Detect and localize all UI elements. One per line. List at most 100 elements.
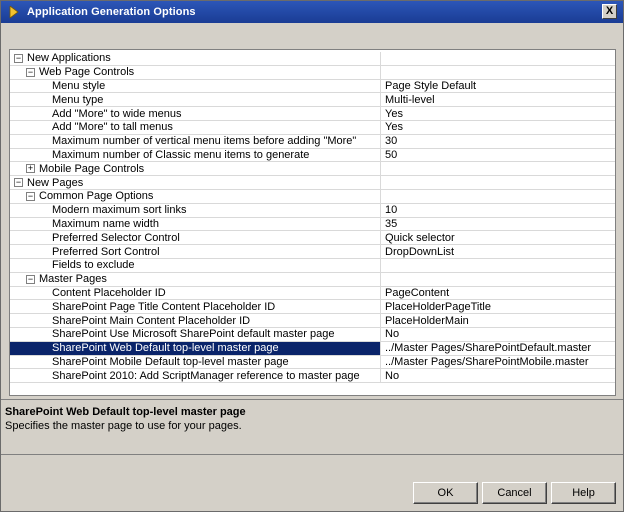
property-name-cell[interactable]: + Mobile Page Controls	[10, 162, 381, 176]
property-row[interactable]: SharePoint Mobile Default top-level mast…	[10, 355, 615, 370]
property-row[interactable]: Add "More" to wide menus Yes	[10, 107, 615, 121]
description-text: Specifies the master page to use for you…	[5, 420, 242, 432]
property-row[interactable]: Modern maximum sort links 10	[10, 203, 615, 218]
expand-icon[interactable]: +	[26, 164, 35, 174]
app-icon	[7, 5, 21, 19]
property-name-cell[interactable]: − New Pages	[10, 176, 381, 189]
property-value[interactable]: 10	[382, 204, 615, 217]
property-value[interactable]	[382, 162, 615, 175]
property-row[interactable]: Menu type Multi-level	[10, 93, 615, 108]
property-row[interactable]: Maximum number of vertical menu items be…	[10, 134, 615, 149]
property-value[interactable]	[382, 52, 615, 65]
property-name-cell[interactable]: SharePoint Web Default top-level master …	[10, 341, 381, 355]
property-row[interactable]: SharePoint Main Content Placeholder ID Pl…	[10, 314, 615, 328]
property-name: Preferred Selector Control	[52, 231, 180, 244]
property-name-cell[interactable]: Content Placeholder ID	[10, 286, 381, 300]
close-button[interactable]: X	[602, 4, 617, 19]
property-name: Common Page Options	[39, 190, 154, 203]
collapse-icon[interactable]: −	[14, 178, 23, 188]
property-name-cell[interactable]: Maximum number of vertical menu items be…	[10, 134, 381, 148]
property-name-cell[interactable]: Maximum number of Classic menu items to …	[10, 148, 381, 162]
property-value[interactable]	[382, 190, 615, 203]
property-value[interactable]: PageContent	[382, 287, 615, 300]
property-row[interactable]: Maximum number of Classic menu items to …	[10, 148, 615, 163]
property-name: SharePoint 2010: Add ScriptManager refer…	[52, 369, 360, 382]
collapse-icon[interactable]: −	[26, 67, 35, 77]
property-value[interactable]: ../Master Pages/SharePointMobile.master	[382, 356, 615, 369]
collapse-icon[interactable]: −	[26, 191, 35, 201]
property-name: SharePoint Use Microsoft SharePoint defa…	[52, 328, 335, 341]
property-name-cell[interactable]: SharePoint Main Content Placeholder ID	[10, 314, 381, 327]
property-row[interactable]: SharePoint Page Title Content Placeholde…	[10, 300, 615, 315]
property-name-cell[interactable]: Menu style	[10, 79, 381, 93]
property-name-cell[interactable]: Menu type	[10, 93, 381, 107]
property-row[interactable]: Preferred Selector Control Quick selector	[10, 231, 615, 246]
property-name-cell[interactable]: SharePoint 2010: Add ScriptManager refer…	[10, 369, 381, 383]
property-value[interactable]: DropDownList	[382, 245, 615, 258]
property-name-cell[interactable]: Maximum name width	[10, 217, 381, 231]
property-value[interactable]: Quick selector	[382, 231, 615, 244]
property-name-cell[interactable]: SharePoint Mobile Default top-level mast…	[10, 355, 381, 369]
property-name: Modern maximum sort links	[52, 204, 187, 217]
property-name-cell[interactable]: − Common Page Options	[10, 189, 381, 203]
property-value[interactable]: 30	[382, 135, 615, 148]
property-row[interactable]: Preferred Sort Control DropDownList	[10, 245, 615, 259]
cancel-button[interactable]: Cancel	[482, 482, 547, 504]
description-panel: SharePoint Web Default top-level master …	[1, 399, 623, 455]
property-value[interactable]	[382, 259, 615, 272]
window-title: Application Generation Options	[27, 6, 196, 18]
property-grid[interactable]: − New Applications − Web Page Controls Menu …	[9, 49, 616, 396]
property-value[interactable]: No	[382, 328, 615, 341]
property-row[interactable]: Maximum name width 35	[10, 217, 615, 232]
property-value[interactable]: 35	[382, 218, 615, 231]
help-button[interactable]: Help	[551, 482, 616, 504]
property-name-cell[interactable]: Preferred Sort Control	[10, 245, 381, 258]
property-name-cell[interactable]: − New Applications	[10, 52, 381, 65]
property-name: Add "More" to wide menus	[52, 107, 182, 120]
title-bar[interactable]: Application Generation Options X	[1, 1, 623, 23]
property-value[interactable]: No	[382, 369, 615, 382]
property-name-cell[interactable]: Modern maximum sort links	[10, 203, 381, 217]
property-value[interactable]	[382, 273, 615, 286]
collapse-icon[interactable]: −	[26, 274, 35, 284]
property-row[interactable]: SharePoint 2010: Add ScriptManager refer…	[10, 369, 615, 384]
property-value[interactable]: ../Master Pages/SharePointDefault.master	[382, 342, 615, 355]
category-row[interactable]: − Master Pages	[10, 272, 615, 287]
property-name-cell[interactable]: Preferred Selector Control	[10, 231, 381, 245]
property-name-cell[interactable]: SharePoint Use Microsoft SharePoint defa…	[10, 327, 381, 341]
property-name-cell[interactable]: Add "More" to wide menus	[10, 107, 381, 120]
collapse-icon[interactable]: −	[14, 53, 23, 63]
property-row[interactable]: SharePoint Use Microsoft SharePoint defa…	[10, 327, 615, 342]
category-row[interactable]: − Web Page Controls	[10, 65, 615, 80]
property-row[interactable]: SharePoint Web Default top-level master …	[10, 341, 615, 356]
close-icon: X	[605, 5, 614, 17]
property-name: SharePoint Main Content Placeholder ID	[52, 314, 251, 327]
ok-button[interactable]: OK	[413, 482, 478, 504]
property-name-cell[interactable]: − Master Pages	[10, 272, 381, 286]
property-name-cell[interactable]: Fields to exclude	[10, 258, 381, 272]
property-value[interactable]: PlaceHolderMain	[382, 314, 615, 327]
property-name-cell[interactable]: SharePoint Page Title Content Placeholde…	[10, 300, 381, 314]
property-row[interactable]: Menu style Page Style Default	[10, 79, 615, 94]
property-value[interactable]: Multi-level	[382, 93, 615, 106]
property-name: Preferred Sort Control	[52, 245, 160, 258]
category-row[interactable]: + Mobile Page Controls	[10, 162, 615, 177]
property-name-cell[interactable]: − Web Page Controls	[10, 65, 381, 79]
property-row[interactable]: Add "More" to tall menus Yes	[10, 120, 615, 135]
property-value[interactable]: Page Style Default	[382, 80, 615, 93]
property-value[interactable]	[382, 66, 615, 79]
property-value[interactable]	[382, 176, 615, 189]
property-name: Master Pages	[39, 273, 107, 286]
property-row[interactable]: Fields to exclude	[10, 258, 615, 273]
category-row[interactable]: − Common Page Options	[10, 189, 615, 204]
property-value[interactable]: Yes	[382, 107, 615, 120]
property-name: SharePoint Web Default top-level master …	[52, 342, 279, 355]
property-name-cell[interactable]: Add "More" to tall menus	[10, 120, 381, 134]
property-row[interactable]: Content Placeholder ID PageContent	[10, 286, 615, 301]
category-row[interactable]: − New Pages	[10, 176, 615, 190]
category-row[interactable]: − New Applications	[10, 52, 615, 66]
property-value[interactable]: Yes	[382, 121, 615, 134]
property-value[interactable]: PlaceHolderPageTitle	[382, 300, 615, 313]
property-value[interactable]: 50	[382, 149, 615, 162]
property-name: Menu style	[52, 79, 106, 92]
